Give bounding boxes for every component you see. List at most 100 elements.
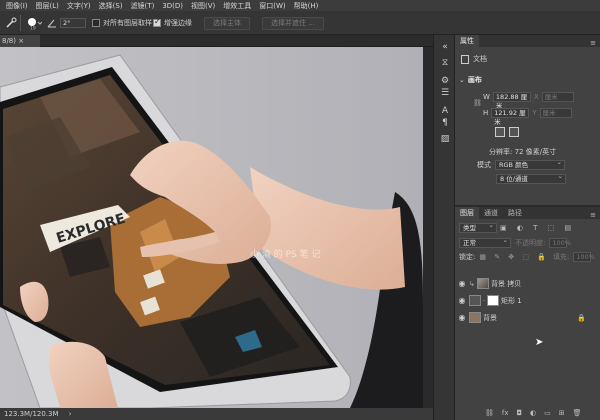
panel-icon-strip: « ⧖ ⚙ ☰ A ¶ ▨ — [433, 35, 455, 420]
enhance-edge-label: 增强边缘 — [164, 19, 192, 27]
lock-label: 锁定: — [459, 253, 476, 261]
brush-size-picker[interactable]: 19 — [26, 16, 42, 30]
w-label: W — [483, 93, 490, 101]
add-mask-icon[interactable]: ◘ — [517, 409, 523, 417]
canvas-image: EXPLORE 小 渝 的 PS 笔 记 — [0, 47, 423, 408]
enhance-edge-check[interactable] — [153, 17, 161, 27]
x-input[interactable]: 厘米 — [541, 92, 574, 102]
character-icon[interactable]: A — [439, 105, 451, 117]
fill-label: 填充: — [552, 253, 570, 261]
layer-row[interactable]: ◉ ↳ 背景 拷贝 — [455, 275, 600, 292]
layer-row[interactable]: ◉ · 矩形 1 — [455, 292, 600, 309]
blend-mode-dropdown[interactable]: 正常 — [459, 236, 511, 248]
tab-properties[interactable]: 属性 — [455, 35, 479, 47]
document-icon — [461, 54, 469, 64]
x-label: X — [533, 93, 539, 101]
watermark-text: 小 渝 的 PS 笔 记 — [250, 248, 320, 260]
menu-image[interactable]: 图像(I) — [2, 1, 32, 11]
bit-depth-dropdown[interactable]: 8 位/通道 — [496, 172, 566, 184]
menu-3d[interactable]: 3D(D) — [158, 2, 187, 10]
shape-thumbnail — [469, 295, 481, 306]
status-arrow-icon[interactable]: › — [69, 410, 72, 418]
delete-layer-icon[interactable]: 🗑 — [573, 409, 582, 417]
resolution-text: 分辨率: 72 像素/英寸 — [489, 148, 557, 156]
sample-all-layers-label: 对所有图层取样 — [103, 19, 152, 27]
adjustments-icon[interactable]: ⚙ — [439, 75, 451, 87]
y-input[interactable]: 厘米 — [539, 108, 572, 118]
adjustment-layer-icon[interactable]: ◐ — [530, 409, 536, 417]
fx-icon[interactable]: fx — [502, 409, 509, 417]
menu-bar: 图像(I) 图层(L) 文字(Y) 选择(S) 滤镜(T) 3D(D) 视图(V… — [0, 0, 600, 11]
clip-arrow-icon: ↳ — [469, 279, 475, 288]
mode-label: 模式 — [477, 161, 491, 169]
quick-select-tool-icon[interactable] — [4, 16, 18, 30]
sample-all-layers-checkbox[interactable]: 对所有图层取样 — [92, 16, 152, 30]
vertical-scrollbar[interactable] — [423, 47, 433, 408]
panel-menu-icon[interactable]: ≡ — [590, 39, 600, 47]
properties-panel: 属性 ≡ 文档 ⌄ 画布 W 182.88 厘米 X 厘米 ⛓ H 121.92… — [455, 35, 600, 205]
canvas-area[interactable]: EXPLORE 小 渝 的 PS 笔 记 — [0, 47, 423, 408]
document-tab[interactable]: 8/8) × — [0, 35, 40, 47]
mode-dropdown[interactable]: RGB 颜色 — [495, 158, 565, 170]
lock-icon: 🔒 — [577, 313, 586, 322]
link-layers-icon[interactable]: ⛓ — [485, 409, 494, 417]
h-label: H — [483, 109, 489, 117]
canvas-chevron-icon[interactable]: ⌄ — [459, 76, 465, 84]
layers-bottom-toolbar: ⛓ fx ◘ ◐ ▭ ⊞ 🗑 — [485, 409, 582, 417]
fill-input[interactable]: 100% — [573, 252, 595, 262]
tab-channels[interactable]: 通道 — [479, 207, 503, 219]
layers-panel: 图层 通道 路径 ≡ 类型 ▣ ◐ T ⬚ ▤ 正常 不透明度: 100% 锁定… — [455, 205, 600, 420]
menu-help[interactable]: 帮助(H) — [290, 1, 323, 11]
status-bar: 123.3M/120.3M › — [0, 408, 433, 420]
menu-plugins[interactable]: 增效工具 — [219, 1, 255, 11]
new-group-icon[interactable]: ▭ — [544, 409, 551, 417]
options-bar: 19 2° 对所有图层取样 增强边缘 选择主体 选择并遮住 ... — [0, 11, 600, 35]
lock-icons[interactable]: ▦ ✎ ✥ ⬚ 🔒 — [479, 253, 549, 261]
doc-size-readout: 123.3M/120.3M — [4, 410, 59, 418]
angle-input[interactable]: 2° — [60, 18, 86, 28]
enhance-edge-checkbox[interactable]: 增强边缘 — [153, 16, 192, 30]
menu-window[interactable]: 窗口(W) — [255, 1, 289, 11]
visibility-eye-icon[interactable]: ◉ — [455, 279, 469, 288]
sliders-icon[interactable]: ☰ — [439, 87, 451, 99]
mask-thumbnail — [487, 295, 499, 306]
menu-select[interactable]: 选择(S) — [95, 1, 127, 11]
doc-type-label: 文档 — [473, 55, 487, 63]
filter-icons[interactable]: ▣ ◐ T ⬚ ▤ — [500, 224, 575, 232]
layer-row[interactable]: ◉ 背景 🔒 — [455, 309, 600, 326]
glyphs-icon[interactable]: ▨ — [439, 133, 451, 145]
visibility-eye-icon[interactable]: ◉ — [455, 313, 469, 322]
layer-name[interactable]: 背景 拷贝 — [491, 279, 521, 289]
new-layer-icon[interactable]: ⊞ — [559, 409, 565, 417]
history-icon[interactable]: ⧖ — [439, 57, 451, 69]
layer-name[interactable]: 矩形 1 — [501, 296, 522, 306]
menu-type[interactable]: 文字(Y) — [63, 1, 95, 11]
visibility-eye-icon[interactable]: ◉ — [455, 296, 469, 305]
tab-layers[interactable]: 图层 — [455, 207, 479, 219]
height-input[interactable]: 121.92 厘米 — [491, 108, 530, 126]
opacity-input[interactable]: 100% — [549, 238, 571, 248]
menu-filter[interactable]: 滤镜(T) — [127, 1, 159, 11]
width-input[interactable]: 182.88 厘米 — [492, 92, 531, 110]
paragraph-icon[interactable]: ¶ — [439, 117, 451, 129]
layers-menu-icon[interactable]: ≡ — [590, 211, 600, 219]
select-subject-button[interactable]: 选择主体 — [204, 16, 250, 30]
layer-thumbnail — [477, 278, 489, 289]
select-and-mask-button[interactable]: 选择并遮住 ... — [262, 16, 324, 30]
document-tabbar: 8/8) × — [0, 35, 433, 47]
layer-name[interactable]: 背景 — [483, 313, 497, 323]
sample-all-layers-check[interactable] — [92, 19, 100, 27]
mouse-cursor-icon: ➤ — [535, 337, 544, 348]
menu-view[interactable]: 视图(V) — [187, 1, 219, 11]
angle-icon — [47, 16, 57, 30]
layer-filter-dropdown[interactable]: 类型 — [459, 221, 497, 233]
tab-paths[interactable]: 路径 — [503, 207, 527, 219]
landscape-orientation-icon[interactable] — [509, 127, 519, 137]
portrait-orientation-icon[interactable] — [495, 127, 505, 137]
svg-text:19: 19 — [30, 26, 36, 31]
menu-layer[interactable]: 图层(L) — [32, 1, 63, 11]
collapse-arrows-icon[interactable]: « — [439, 41, 451, 53]
canvas-section-title: 画布 — [467, 76, 482, 84]
link-icon[interactable]: ⛓ — [473, 99, 482, 107]
layer-thumbnail — [469, 312, 481, 323]
